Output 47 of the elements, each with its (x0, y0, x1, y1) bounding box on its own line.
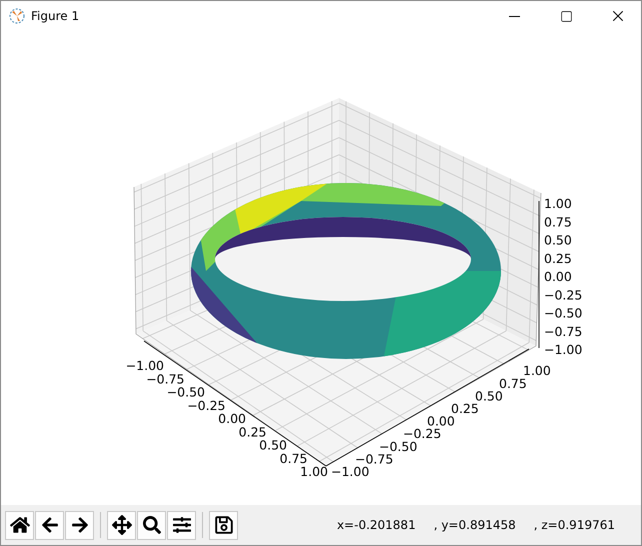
tick-label: 0.00 (544, 269, 572, 284)
zoom-button[interactable] (137, 510, 166, 540)
back-button[interactable] (35, 510, 64, 540)
tick-label: −0.50 (544, 306, 582, 320)
save-button[interactable] (209, 510, 238, 540)
move-icon (112, 515, 132, 535)
coordinate-readout: , y=0.891458 (434, 518, 516, 532)
home-button[interactable] (5, 510, 34, 540)
tick-label: 1.00 (523, 363, 551, 378)
coordinate-readout: , z=0.919761 (534, 518, 615, 532)
tick-label: 1.00 (544, 196, 572, 211)
tick-label: 0.50 (475, 388, 503, 404)
tick-label: 0.00 (218, 411, 246, 426)
right-arrow-icon (70, 516, 88, 534)
tick-label: −1.00 (331, 464, 370, 479)
tick-label: −0.50 (379, 438, 418, 454)
tick-label: −0.25 (187, 398, 226, 413)
tick-label: −0.75 (544, 324, 582, 339)
tick-label: 0.50 (544, 232, 572, 248)
tick-label: 0.25 (544, 250, 572, 266)
tick-label: 0.50 (259, 438, 287, 452)
pan-button[interactable] (107, 510, 136, 540)
save-icon (214, 515, 234, 535)
maximize-icon (560, 10, 572, 22)
tick-label: 0.75 (499, 376, 527, 391)
search-icon (142, 516, 160, 534)
tick-label: −0.75 (146, 371, 184, 386)
tick-label: 0.00 (427, 414, 455, 429)
tick-label: −0.50 (166, 384, 205, 400)
tick-label: −0.25 (403, 426, 442, 442)
tick-label: −1.00 (544, 342, 582, 357)
left-arrow-icon (40, 516, 58, 534)
tick-label: 0.25 (238, 424, 266, 440)
tick-label: −0.25 (544, 287, 582, 302)
window-title: Figure 1 (31, 9, 80, 23)
coordinate-readout: x=-0.201881 (336, 518, 416, 532)
sliders-icon (172, 516, 190, 534)
app-logo-icon (9, 8, 25, 24)
tick-label: 0.25 (451, 401, 479, 416)
tick-label: 0.75 (544, 214, 572, 230)
tick-label: −1.00 (126, 358, 164, 373)
home-icon (10, 515, 30, 535)
forward-button[interactable] (65, 510, 94, 540)
tick-label: 0.75 (280, 450, 308, 466)
configure-button[interactable] (167, 510, 196, 540)
tick-label: 1.00 (300, 464, 328, 479)
tick-label: −0.75 (355, 451, 394, 466)
